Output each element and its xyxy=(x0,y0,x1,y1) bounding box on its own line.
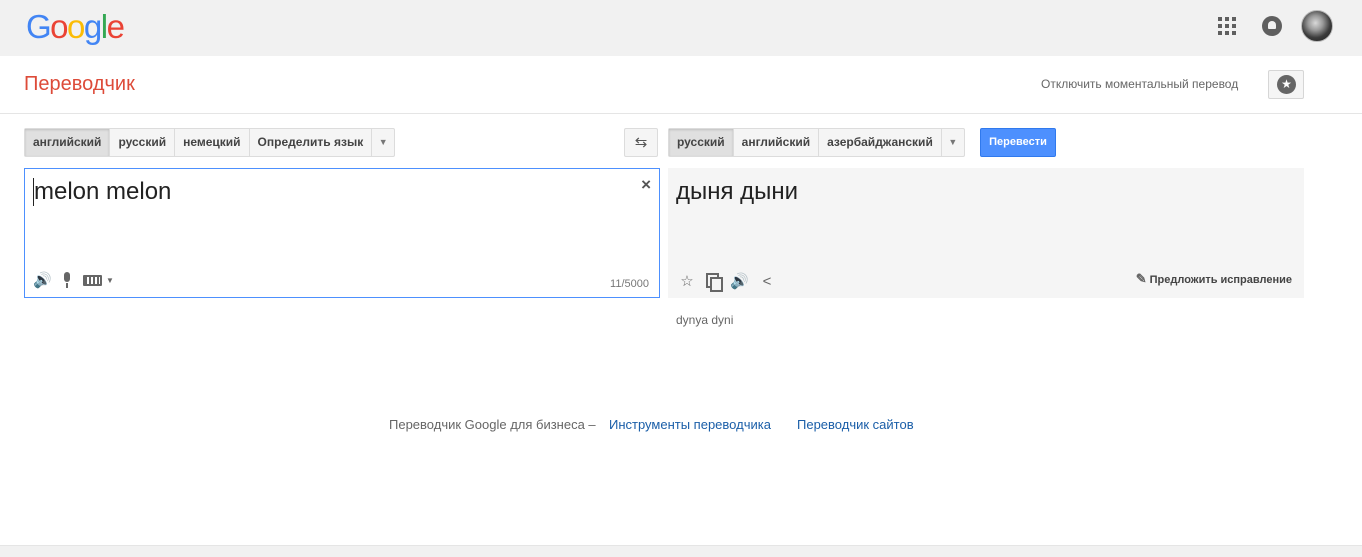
star-icon: ★ xyxy=(1277,75,1296,94)
logo-letter-o2: o xyxy=(67,8,85,45)
phrasebook-button[interactable]: ★ xyxy=(1268,70,1304,99)
keyboard-icon[interactable] xyxy=(83,274,102,286)
footer-translator-toolkit-link[interactable]: Инструменты переводчика xyxy=(609,417,771,432)
logo-letter-g2: g xyxy=(83,8,102,45)
star-icon[interactable]: ☆ xyxy=(678,272,696,290)
target-lang-dropdown-icon[interactable]: ▼ xyxy=(942,129,964,156)
copy-icon[interactable] xyxy=(706,273,723,292)
keyboard-dropdown-icon[interactable]: ▼ xyxy=(106,276,114,285)
logo-letter-e: e xyxy=(106,8,125,45)
clear-icon[interactable]: × xyxy=(641,175,651,195)
suggest-edit-link[interactable]: ✎ Предложить исправление xyxy=(1136,271,1292,287)
source-lang-english[interactable]: английский xyxy=(25,129,111,156)
source-text[interactable]: melon melon xyxy=(33,178,171,206)
microphone-icon[interactable] xyxy=(61,271,73,289)
notifications-bell-icon[interactable] xyxy=(1262,16,1282,36)
speaker-icon[interactable]: 🔊 xyxy=(33,271,52,289)
source-tools: 🔊 ▼ xyxy=(33,271,114,289)
target-lang-english[interactable]: английский xyxy=(734,129,820,156)
source-textarea[interactable]: melon melon × 🔊 ▼ 11/5000 xyxy=(24,168,660,298)
footer-business-text: Переводчик Google для бизнеса – xyxy=(389,417,596,432)
footer-website-translator-link[interactable]: Переводчик сайтов xyxy=(797,417,914,432)
instant-translation-toggle[interactable]: Отключить моментальный перевод xyxy=(1041,77,1238,91)
share-icon[interactable]: < xyxy=(758,273,776,290)
swap-languages-button[interactable]: ⇆ xyxy=(624,128,658,157)
target-language-bar: русский английский азербайджанский ▼ xyxy=(668,128,965,157)
character-count: 11/5000 xyxy=(610,278,649,290)
target-lang-russian[interactable]: русский xyxy=(669,129,734,156)
page-title[interactable]: Переводчик xyxy=(24,73,135,96)
source-lang-detect[interactable]: Определить язык xyxy=(250,129,373,156)
top-bar: Google xyxy=(0,0,1362,56)
target-lang-azerbaijani[interactable]: азербайджанский xyxy=(819,129,942,156)
result-tools: ☆ 🔊 < xyxy=(678,272,776,292)
suggest-edit-label: Предложить исправление xyxy=(1149,274,1292,286)
google-logo[interactable]: Google xyxy=(26,8,125,46)
speaker-icon[interactable]: 🔊 xyxy=(730,272,749,290)
apps-grid-icon[interactable] xyxy=(1218,17,1236,35)
header-divider xyxy=(0,113,1362,114)
source-lang-german[interactable]: немецкий xyxy=(175,129,250,156)
source-lang-russian[interactable]: русский xyxy=(110,129,176,156)
account-avatar[interactable] xyxy=(1301,10,1333,42)
pencil-icon: ✎ xyxy=(1135,271,1147,286)
result-panel: дыня дыни ☆ 🔊 < ✎ Предложить исправление xyxy=(668,168,1304,298)
source-language-bar: английский русский немецкий Определить я… xyxy=(24,128,396,157)
logo-letter-g: G xyxy=(26,8,52,45)
transliteration: dynya dyni xyxy=(676,313,734,327)
translate-button[interactable]: Перевести xyxy=(980,128,1056,157)
logo-letter-o1: o xyxy=(50,8,68,45)
result-text[interactable]: дыня дыни xyxy=(676,178,798,206)
source-lang-dropdown-icon[interactable]: ▼ xyxy=(372,129,394,156)
bottom-bar xyxy=(0,545,1362,557)
